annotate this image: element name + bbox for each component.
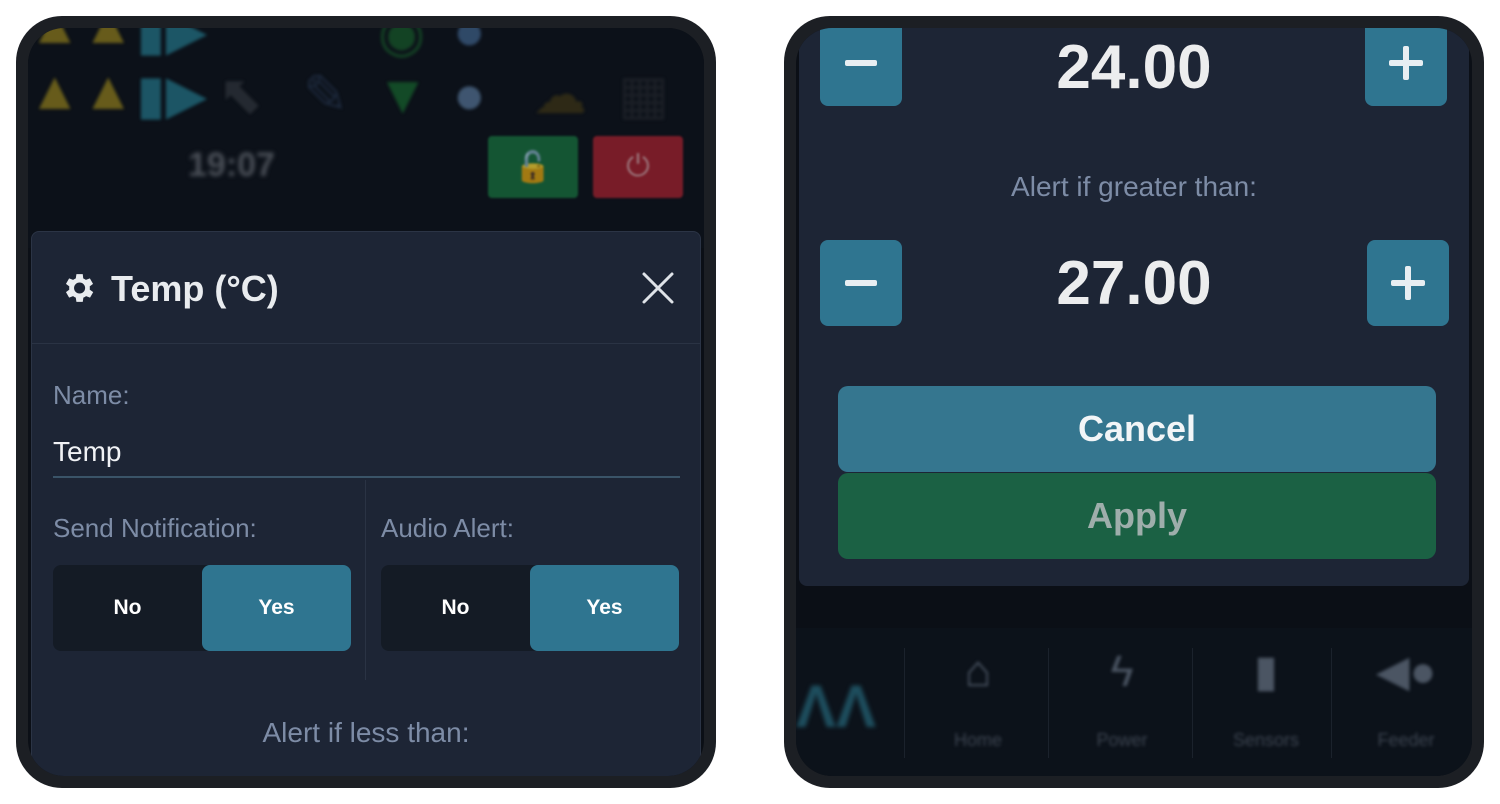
lock-open-icon: 🔓 <box>514 150 552 184</box>
audio-alert-no[interactable]: No <box>381 565 530 651</box>
screen-left: ▲▲ ▲▲ ▮▶ ▮▶ ⬉ ✎ ◉ ▼ ● ● ☁ ▦ 19:07 🔓 ⏻ Te… <box>28 28 704 776</box>
send-notification-toggle: No Yes <box>53 565 351 651</box>
send-notification-label: Send Notification: <box>53 513 257 543</box>
warning-icon: ▲▲ <box>28 61 135 121</box>
fish-icon: ◀● <box>1375 647 1437 696</box>
nav-label-home: Home <box>953 730 1002 750</box>
name-input[interactable]: Temp <box>53 436 121 468</box>
screen-right: 24.00 Alert if greater than: 27.00 Cance… <box>796 28 1472 776</box>
home-icon: ⌂ <box>964 647 992 696</box>
pen-icon: ✎ <box>303 65 349 125</box>
globe-icon: ● <box>453 65 486 125</box>
wifi-icon: ▼ <box>376 65 430 125</box>
audio-alert-yes[interactable]: Yes <box>530 565 679 651</box>
nav-item-power[interactable]: ϟ Power <box>1052 650 1192 770</box>
clock-time: 19:07 <box>188 146 275 184</box>
audio-alert-label: Audio Alert: <box>381 513 514 543</box>
column-divider <box>365 480 366 680</box>
sensor-settings-modal: Temp (°C) Name: Temp Send Notification: … <box>31 231 701 776</box>
calendar-icon: ▦ <box>618 65 670 125</box>
plus-icon <box>1391 266 1425 300</box>
nav-label-power: Power <box>1096 730 1148 750</box>
power-icon: ⏻ <box>626 150 650 183</box>
name-label: Name: <box>53 380 130 410</box>
alert-less-label: Alert if less than: <box>262 717 470 748</box>
modal-header: Temp (°C) <box>32 232 700 344</box>
cloud-icon: ☁ <box>533 65 587 125</box>
unlock-button[interactable]: 🔓 <box>488 136 578 198</box>
name-input-underline <box>53 476 680 478</box>
nav-item-home[interactable]: ⌂ Home <box>908 650 1048 770</box>
phone-frame-right: 24.00 Alert if greater than: 27.00 Cance… <box>784 16 1484 788</box>
app-logo: ΛΛ <box>796 673 877 740</box>
alert-greater-label: Alert if greater than: <box>1011 171 1257 202</box>
thermometer-icon: ▮ <box>1253 647 1279 696</box>
send-notification-no[interactable]: No <box>53 565 202 651</box>
gear-icon <box>65 274 94 302</box>
nav-item-sensors[interactable]: ▮ Sensors <box>1196 650 1336 770</box>
increase-greater-button[interactable] <box>1367 240 1449 326</box>
background-dashboard: ▲▲ ▲▲ ▮▶ ▮▶ ⬉ ✎ ◉ ▼ ● ● ☁ ▦ 19:07 🔓 ⏻ <box>28 28 704 248</box>
increase-less-button[interactable] <box>1365 28 1447 106</box>
globe-icon: ● <box>453 28 486 61</box>
apply-button[interactable]: Apply <box>838 473 1436 559</box>
nav-divider <box>904 648 905 758</box>
warning-icon: ▲▲ <box>28 28 135 52</box>
nav-divider <box>1331 648 1332 758</box>
send-notification-yes[interactable]: Yes <box>202 565 351 651</box>
nav-divider <box>1048 648 1049 758</box>
nav-divider <box>1192 648 1193 758</box>
sensor-settings-modal-bottom: 24.00 Alert if greater than: 27.00 Cance… <box>799 28 1469 586</box>
play-icon: ▮▶ <box>136 65 208 125</box>
nav-label-sensors: Sensors <box>1232 730 1300 750</box>
power-button[interactable]: ⏻ <box>593 136 683 198</box>
modal-title: Temp (°C) <box>111 268 279 309</box>
audio-alert-toggle: No Yes <box>381 565 679 651</box>
close-icon[interactable] <box>640 270 676 306</box>
cancel-button[interactable]: Cancel <box>838 386 1436 472</box>
phone-frame-left: ▲▲ ▲▲ ▮▶ ▮▶ ⬉ ✎ ◉ ▼ ● ● ☁ ▦ 19:07 🔓 ⏻ Te… <box>16 16 716 788</box>
plus-icon <box>1389 46 1423 80</box>
bolt-icon: ϟ <box>1110 647 1134 696</box>
nav-label-feeder: Feeder <box>1377 730 1435 750</box>
cursor-icon: ⬉ <box>218 65 264 125</box>
wifi-icon: ◉ <box>378 28 426 63</box>
nav-item-feeder[interactable]: ◀● Feeder <box>1336 650 1472 770</box>
bottom-nav-bar: ΛΛ ⌂ Home ϟ Power ▮ Sensors ◀● Feeder <box>796 628 1472 776</box>
play-icon: ▮▶ <box>136 28 208 61</box>
